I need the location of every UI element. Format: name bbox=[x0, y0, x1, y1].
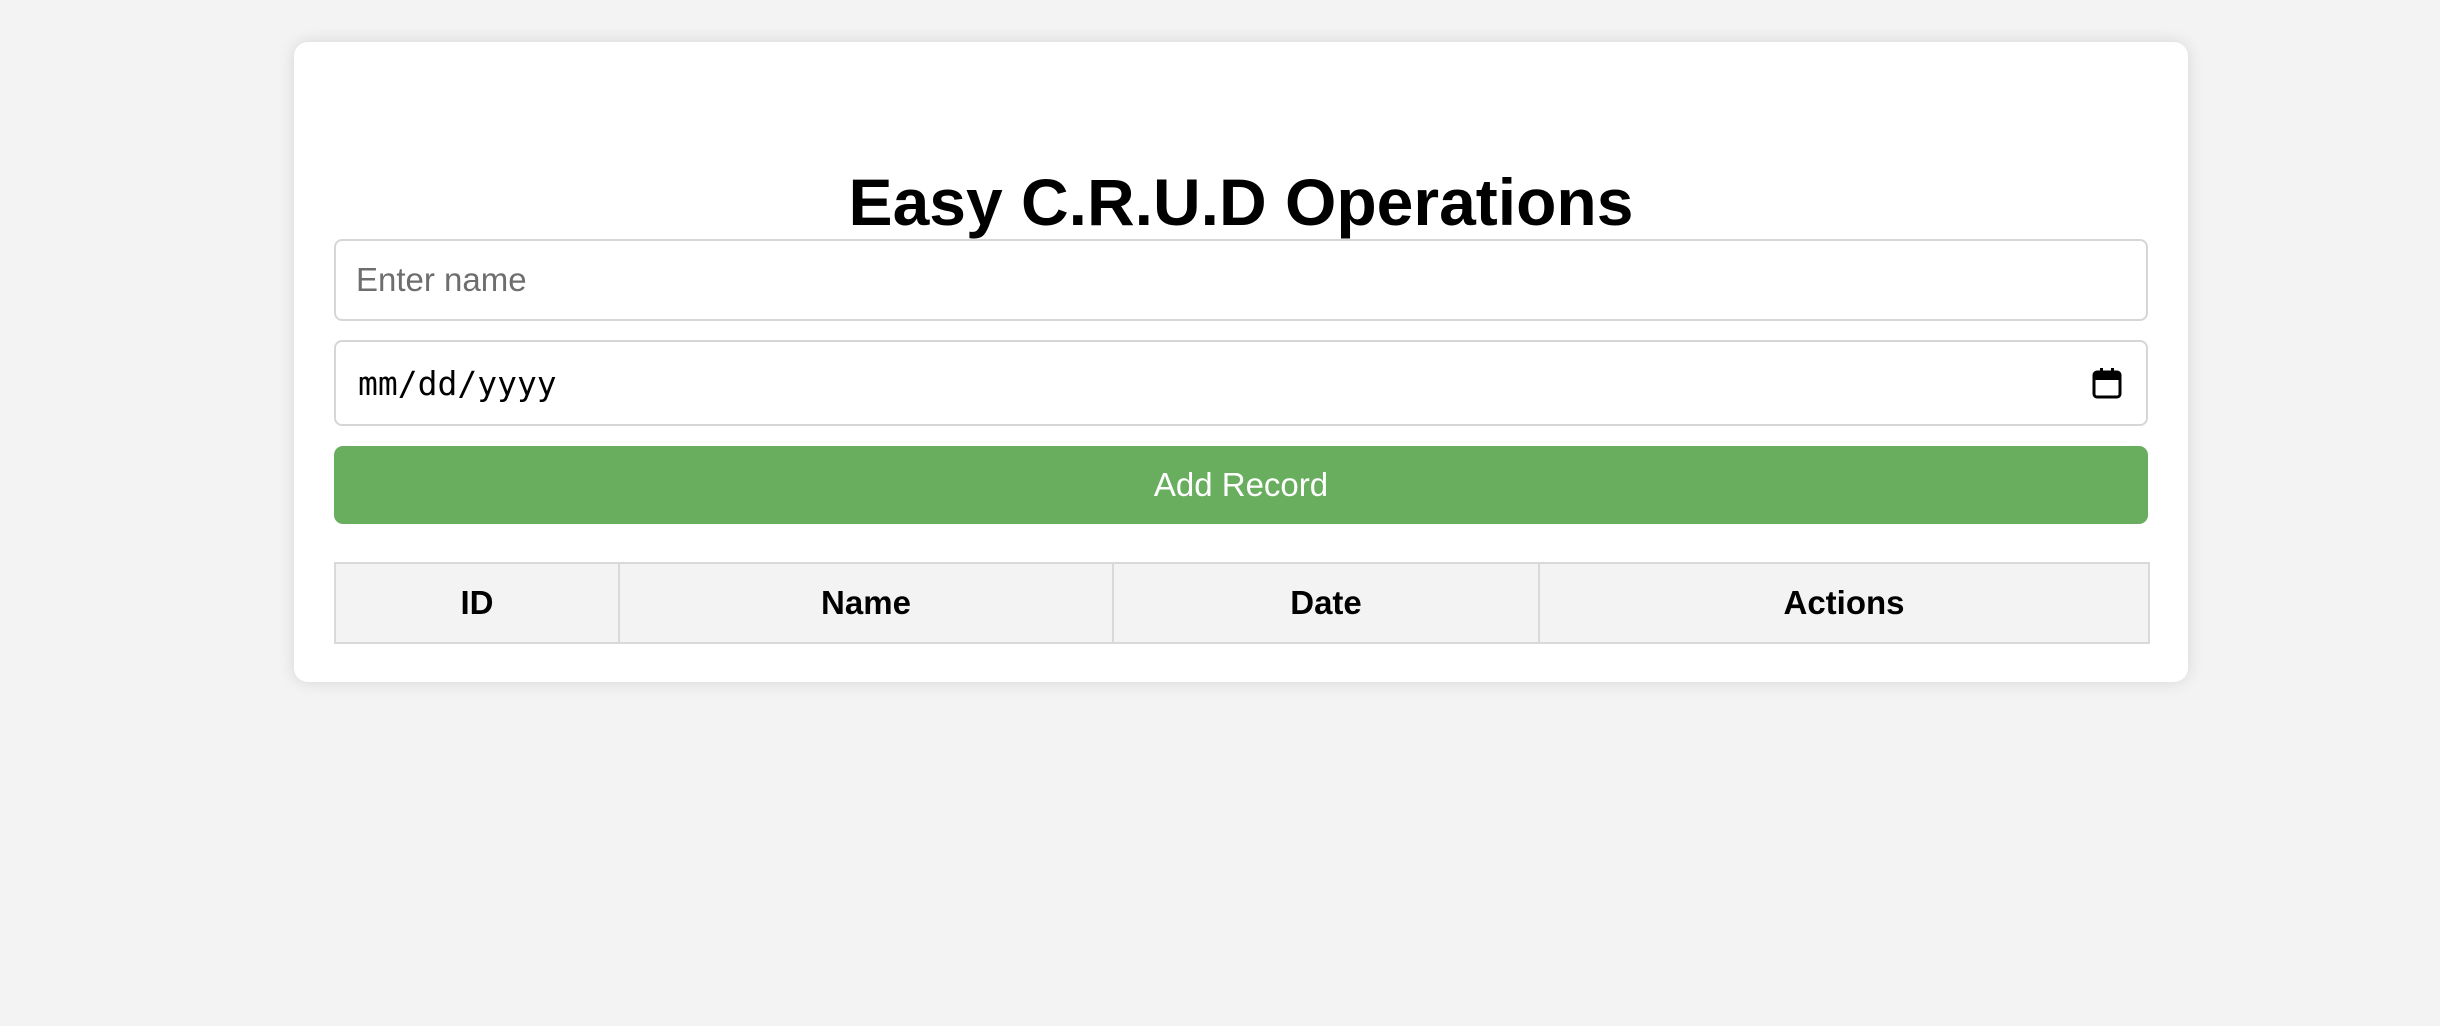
records-table: ID Name Date Actions bbox=[334, 562, 2150, 644]
page-title: Easy C.R.U.D Operations bbox=[848, 165, 1634, 239]
column-header-name: Name bbox=[618, 562, 1114, 644]
calendar-icon[interactable] bbox=[2092, 367, 2122, 399]
date-input[interactable]: mm/dd/yyyy bbox=[334, 340, 2148, 426]
crud-card: Easy C.R.U.D Operations Enter name mm/dd… bbox=[294, 42, 2188, 682]
column-header-id: ID bbox=[334, 562, 620, 644]
add-record-button[interactable]: Add Record bbox=[334, 446, 2148, 524]
date-input-placeholder: mm/dd/yyyy bbox=[358, 363, 557, 403]
name-input[interactable]: Enter name bbox=[334, 239, 2148, 321]
column-header-actions: Actions bbox=[1538, 562, 2150, 644]
table-header-row: ID Name Date Actions bbox=[334, 562, 2150, 644]
name-input-placeholder: Enter name bbox=[356, 261, 527, 298]
column-header-date: Date bbox=[1112, 562, 1540, 644]
